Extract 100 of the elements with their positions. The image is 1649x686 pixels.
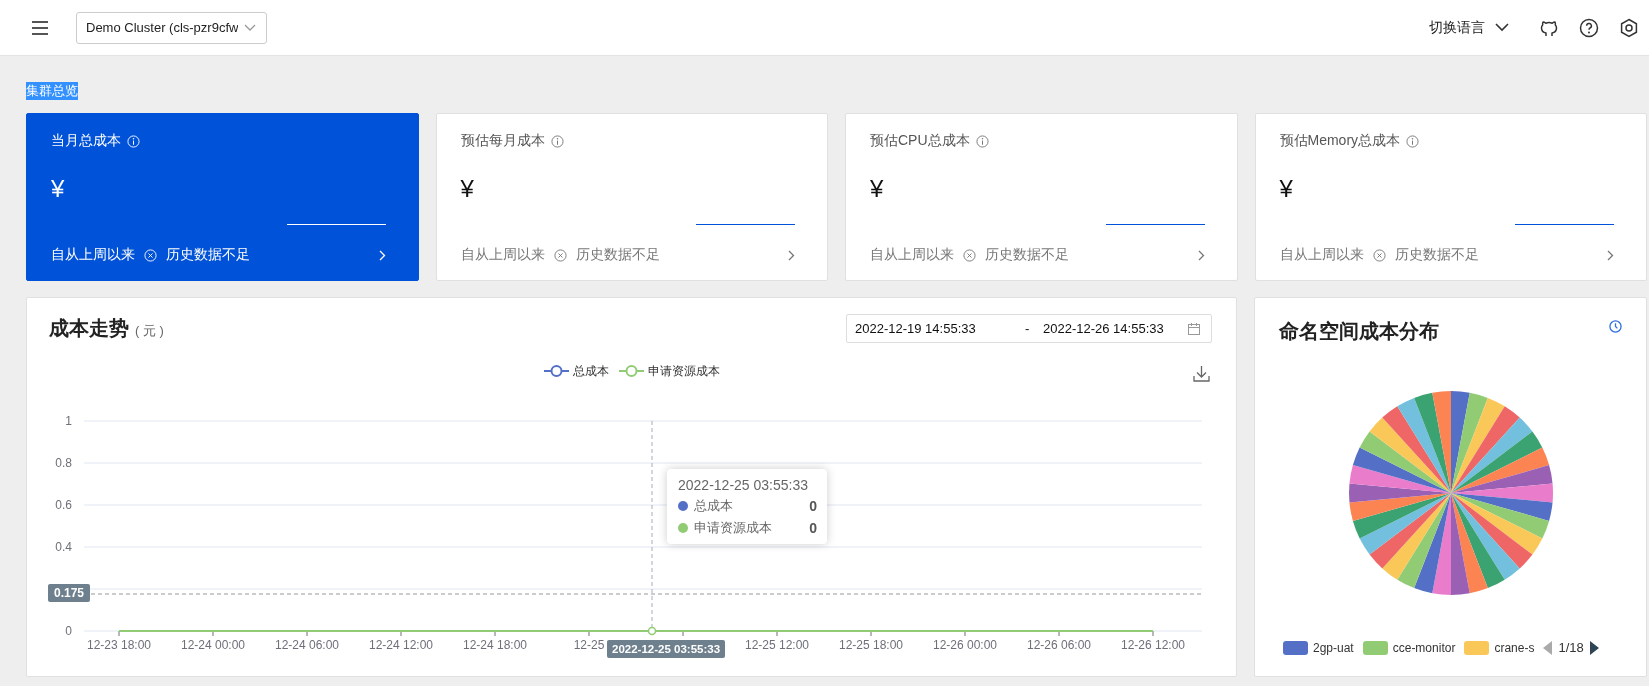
pie-slice[interactable]	[1396, 493, 1451, 589]
currency-sign: ¥	[460, 175, 475, 204]
legend-label[interactable]: 2gp-uat	[1313, 640, 1354, 655]
pie-slice[interactable]	[1381, 406, 1451, 493]
x-tick-label: 12-25 18:00	[838, 638, 904, 652]
y-tick-label: 0	[65, 624, 72, 638]
circle-x-icon	[963, 248, 976, 262]
chevron-right-icon[interactable]	[1197, 249, 1205, 261]
pie-slice[interactable]	[1450, 391, 1470, 493]
card-title: 预估Memory总成本	[1279, 132, 1401, 150]
legend-swatch[interactable]	[1362, 640, 1388, 655]
legend-label[interactable]: cce-monitor	[1392, 640, 1456, 655]
next-page-icon[interactable]	[1588, 640, 1599, 655]
currency-sign: ¥	[1279, 175, 1294, 204]
cost-card[interactable]: 预估CPU总成本 ¥ 自从上周以来 历史数据不足	[845, 113, 1238, 281]
cost-card[interactable]: 预估Memory总成本 ¥ 自从上周以来 历史数据不足	[1254, 113, 1647, 281]
info-icon[interactable]	[1406, 134, 1420, 148]
pie-slice[interactable]	[1369, 417, 1451, 493]
pie-slice[interactable]	[1413, 493, 1451, 594]
cost-card[interactable]: 预估每月成本 ¥ 自从上周以来 历史数据不足	[435, 113, 828, 281]
legend-label[interactable]: 申请资源成本	[647, 362, 720, 380]
tooltip-series: 总成本	[694, 497, 734, 515]
status-label: 历史数据不足	[1394, 246, 1479, 264]
tooltip-time: 2022-12-25 03:55:33	[678, 477, 809, 493]
circle-x-icon	[1372, 248, 1386, 262]
pie-slice[interactable]	[1450, 431, 1542, 493]
pie-slice[interactable]	[1396, 397, 1451, 493]
legend-label[interactable]: crane-s	[1494, 640, 1535, 655]
info-icon[interactable]	[550, 134, 564, 148]
legend-label[interactable]: 总成本	[572, 362, 609, 380]
chevron-right-icon[interactable]	[788, 249, 795, 261]
since-label: 自从上周以来	[870, 246, 954, 264]
settings-icon[interactable]	[1619, 17, 1639, 38]
pointer-time-label: 2022-12-25 03:55:33	[607, 640, 726, 658]
pie-slice[interactable]	[1348, 493, 1451, 521]
status-label: 历史数据不足	[985, 246, 1069, 264]
x-tick-label: 12-24 12:00	[368, 638, 434, 652]
pie-slice[interactable]	[1450, 493, 1553, 521]
pie-slice[interactable]	[1450, 493, 1470, 595]
help-icon[interactable]	[1579, 17, 1599, 38]
pie-slice[interactable]	[1450, 493, 1488, 594]
pie-slice[interactable]	[1450, 392, 1488, 493]
since-label: 自从上周以来	[51, 246, 135, 264]
info-icon[interactable]	[975, 134, 989, 148]
x-tick-label: 12-23 18:00	[86, 638, 152, 652]
y-tick-label: 1	[65, 414, 72, 428]
pie-slice[interactable]	[1431, 391, 1451, 493]
x-tick-label: 12-26 06:00	[1026, 638, 1092, 652]
card-title: 预估CPU总成本	[870, 132, 970, 150]
x-tick-label: 12-26 00:00	[932, 638, 998, 652]
pie-slice[interactable]	[1369, 493, 1451, 569]
x-tick-label: 12-24 06:00	[274, 638, 340, 652]
x-tick-label: 12-26 12:00	[1120, 638, 1186, 652]
language-label[interactable]: 切换语言	[1429, 18, 1485, 37]
pie-slice[interactable]	[1431, 493, 1451, 595]
tooltip-value: 0	[809, 520, 817, 536]
tooltip-value: 0	[809, 498, 817, 514]
caret-icon[interactable]	[1495, 23, 1509, 32]
hover-point	[647, 626, 657, 636]
pie-slice[interactable]	[1348, 465, 1451, 493]
pie-slice[interactable]	[1450, 493, 1532, 569]
since-label: 自从上周以来	[460, 246, 545, 264]
chart-title: 命名空间成本分布	[1279, 318, 1439, 344]
x-tick-label: 12-25	[573, 638, 605, 652]
pie-slice[interactable]	[1450, 493, 1549, 539]
pie-slice[interactable]	[1381, 493, 1451, 580]
pie-slice[interactable]	[1450, 406, 1520, 493]
card-title: 预估每月成本	[460, 132, 545, 150]
pointer-value-label: 0.175	[48, 584, 91, 602]
unit-label: ( 元 )	[135, 321, 164, 340]
download-icon[interactable]	[1193, 365, 1210, 382]
legend-swatch[interactable]	[543, 364, 569, 378]
date-range-field[interactable]: 2022-12-19 14:55:33 - 2022-12-26 14:55:33	[846, 314, 1212, 343]
pie-slice[interactable]	[1413, 392, 1451, 493]
x-tick-label: 12-25 12:00	[744, 638, 810, 652]
chevron-right-icon[interactable]	[1607, 249, 1614, 261]
cluster-select[interactable]: Demo Cluster (cls-pzr9cfw	[76, 11, 267, 44]
legend-swatch[interactable]	[618, 364, 644, 378]
chart-title: 成本走势	[49, 316, 129, 341]
y-tick-label: 0.8	[55, 456, 72, 470]
currency-sign: ¥	[51, 175, 66, 204]
pie-slice[interactable]	[1450, 397, 1505, 493]
clock-icon[interactable]	[1609, 320, 1622, 333]
pie-slice[interactable]	[1359, 493, 1451, 555]
currency-sign: ¥	[870, 175, 885, 204]
pie-slice[interactable]	[1450, 465, 1553, 493]
pie-slice[interactable]	[1352, 493, 1451, 539]
calendar-icon[interactable]	[1187, 321, 1201, 336]
menu-icon[interactable]	[31, 20, 49, 35]
pie-slice[interactable]	[1450, 493, 1542, 555]
y-tick-label: 0.4	[55, 540, 72, 554]
y-tick-label: 0.6	[55, 498, 72, 512]
pie-slice[interactable]	[1450, 493, 1520, 580]
pie-slice[interactable]	[1450, 493, 1505, 589]
legend-swatch[interactable]	[1283, 640, 1308, 655]
pie-slice[interactable]	[1450, 417, 1532, 493]
tooltip-series: 申请资源成本	[694, 519, 773, 537]
pie-slice[interactable]	[1359, 431, 1451, 493]
legend-swatch[interactable]	[1464, 640, 1490, 655]
page-indicator: 1/18	[1558, 640, 1584, 655]
